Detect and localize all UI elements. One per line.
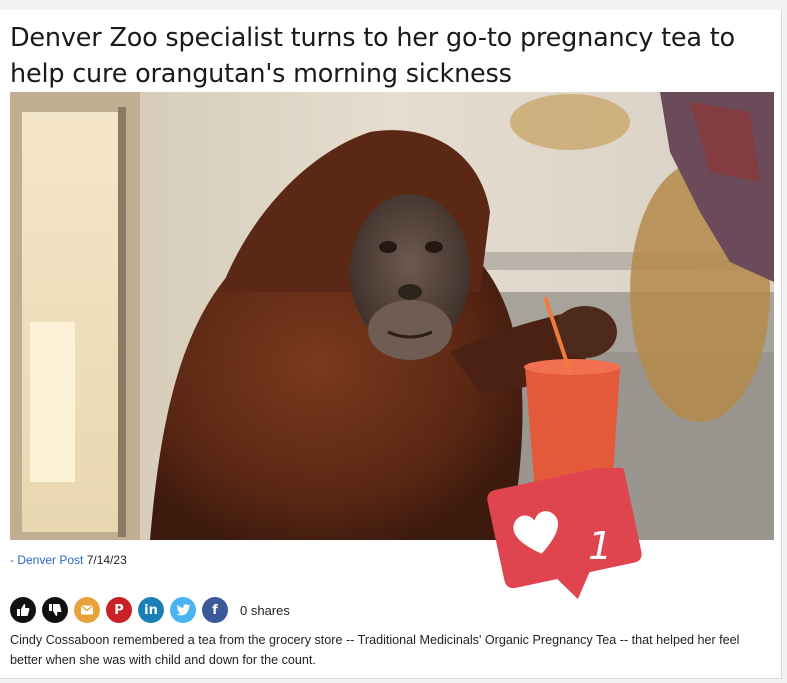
thumbs-up-icon — [17, 604, 30, 616]
article-card: Denver Zoo specialist turns to her go-to… — [0, 10, 782, 679]
thumbs-down-icon — [49, 604, 62, 616]
like-notification-badge: 1 — [478, 464, 658, 618]
facebook-share-button[interactable]: f — [202, 597, 228, 623]
dislike-button[interactable] — [42, 597, 68, 623]
article-photo[interactable] — [10, 92, 774, 540]
orangutan-image — [10, 92, 774, 540]
pinterest-icon: P — [114, 602, 124, 618]
linkedin-icon: in — [144, 602, 158, 618]
article-body: Cindy Cossaboon remembered a tea from th… — [10, 633, 740, 667]
photo-credit: - Denver Post 7/14/23 — [10, 553, 127, 567]
facebook-icon: f — [212, 602, 218, 618]
share-count: 0 shares — [240, 602, 290, 618]
like-badge-shape — [487, 464, 642, 600]
twitter-icon — [176, 603, 190, 616]
twitter-share-button[interactable] — [170, 597, 196, 623]
like-count: 1 — [588, 524, 613, 568]
like-button[interactable] — [10, 597, 36, 623]
article-headline[interactable]: Denver Zoo specialist turns to her go-to… — [10, 20, 770, 92]
share-bar: P in f 0 shares — [10, 595, 290, 625]
pinterest-share-button[interactable]: P — [106, 597, 132, 623]
email-share-button[interactable] — [74, 597, 100, 623]
credit-date: 7/14/23 — [86, 553, 127, 567]
linkedin-share-button[interactable]: in — [138, 597, 164, 623]
email-icon — [81, 605, 93, 615]
credit-source-link[interactable]: - Denver Post — [10, 553, 83, 567]
